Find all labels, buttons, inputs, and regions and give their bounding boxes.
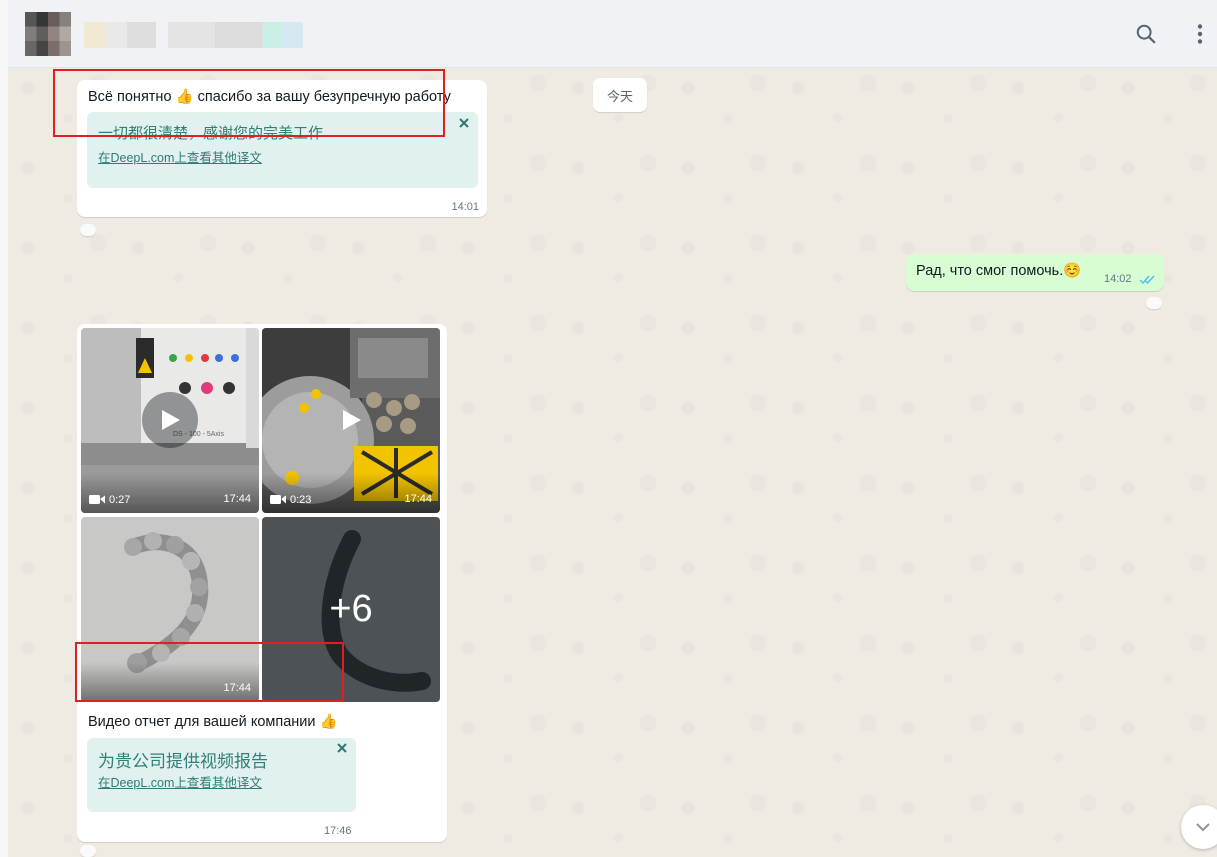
translation-text: 一切都很清楚，感谢您的完美工作 — [98, 125, 324, 142]
incoming-media-message[interactable]: DS - 100 - 5Axis 0:27 17:44 0:23 17:44 1… — [77, 324, 447, 842]
menu-dots-icon — [1197, 24, 1203, 44]
deepl-link[interactable]: 在DeepL.com上查看其他译文 — [98, 147, 262, 166]
message-time: 17:46 — [324, 825, 352, 837]
translation-box: 一切都很清楚，感谢您的完美工作 在DeepL.com上查看其他译文 — [87, 112, 478, 188]
more-media-count: +6 — [262, 517, 440, 702]
translation-box: 为贵公司提供视频报告 在DeepL.com上查看其他译文 — [87, 738, 356, 812]
reaction-button[interactable] — [1146, 297, 1162, 309]
video-duration: 0:23 — [290, 494, 312, 506]
message-time: 14:01 — [451, 201, 479, 213]
play-icon — [162, 410, 180, 430]
video-camera-icon — [89, 495, 105, 504]
translation-text: 为贵公司提供视频报告 — [98, 752, 268, 771]
message-text: Рад, что смог помочь.☺️ — [916, 263, 1082, 279]
menu-button[interactable] — [1186, 20, 1214, 48]
video-camera-icon — [270, 495, 286, 504]
scroll-down-button[interactable] — [1181, 805, 1217, 849]
chat-header — [8, 0, 1217, 68]
search-button[interactable] — [1132, 20, 1160, 48]
search-icon — [1136, 24, 1156, 44]
image-tile-more[interactable]: +6 — [262, 517, 440, 702]
contact-avatar[interactable] — [25, 12, 71, 56]
play-button[interactable] — [142, 392, 198, 448]
message-time: 14:02 — [1104, 273, 1132, 285]
contact-name-pixelated[interactable] — [84, 22, 156, 48]
outgoing-message[interactable]: Рад, что смог помочь.☺️ 14:02 — [906, 254, 1164, 291]
media-time: 17:44 — [223, 493, 251, 505]
media-time: 17:44 — [223, 682, 251, 694]
deepl-link[interactable]: 在DeepL.com上查看其他译文 — [98, 772, 262, 791]
date-separator: 今天 — [593, 78, 647, 112]
media-time: 17:44 — [404, 493, 432, 505]
message-text: Всё понятно 👍 спасибо за вашу безупречну… — [88, 89, 451, 105]
contact-status-pixelated — [168, 22, 303, 48]
reaction-button[interactable] — [80, 845, 96, 857]
incoming-message[interactable]: Всё понятно 👍 спасибо за вашу безупречну… — [77, 80, 487, 217]
message-caption: Видео отчет для вашей компании 👍 — [88, 714, 338, 730]
chevron-down-icon — [1196, 823, 1210, 832]
play-icon — [343, 410, 361, 430]
video-tile[interactable]: DS - 100 - 5Axis 0:27 17:44 — [81, 328, 259, 513]
close-icon[interactable] — [457, 116, 471, 130]
image-tile[interactable]: 17:44 — [81, 517, 259, 702]
close-icon[interactable] — [335, 741, 349, 755]
video-tile[interactable]: 0:23 17:44 — [262, 328, 440, 513]
reaction-button[interactable] — [80, 224, 96, 236]
play-button[interactable] — [323, 392, 379, 448]
video-duration: 0:27 — [109, 494, 131, 506]
read-check-icon — [1139, 275, 1155, 285]
